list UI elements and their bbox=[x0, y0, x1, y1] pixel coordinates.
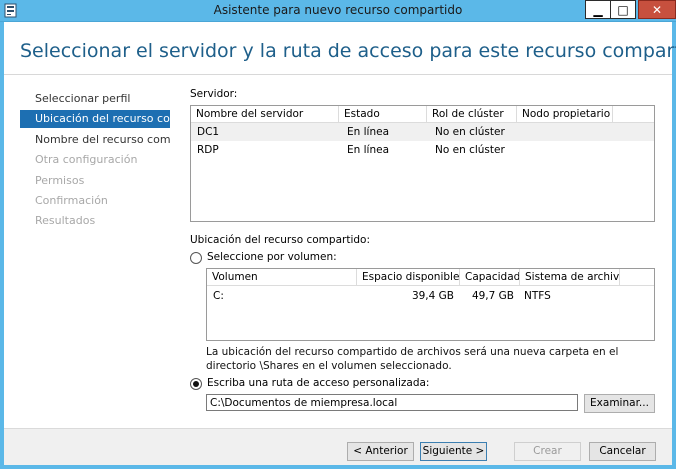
server-list-header: Nombre del servidor Estado Rol de clúste… bbox=[191, 106, 654, 123]
title-bar: Asistente para nuevo recurso compartido … bbox=[0, 0, 676, 22]
window-border-right bbox=[672, 22, 676, 469]
server-label: Servidor: bbox=[190, 88, 238, 100]
header-divider bbox=[4, 74, 672, 75]
nav-item-ubicacion[interactable]: Ubicación del recurso co... bbox=[20, 110, 170, 128]
nav-item-otra-configuracion: Otra configuración bbox=[35, 153, 138, 166]
custom-path-input[interactable] bbox=[206, 394, 578, 411]
close-button[interactable]: ✕ bbox=[638, 0, 676, 19]
nav-item-seleccionar-perfil[interactable]: Seleccionar perfil bbox=[20, 90, 170, 108]
column-header-espacio-disponible[interactable]: Espacio disponible bbox=[357, 269, 460, 286]
by-volume-label[interactable]: Seleccione por volumen: bbox=[207, 251, 337, 263]
volume-list[interactable]: Volumen Espacio disponible Capacidad Sis… bbox=[206, 268, 655, 341]
next-button[interactable]: Siguiente > bbox=[420, 442, 487, 461]
table-row[interactable]: RDP En línea No en clúster bbox=[191, 141, 654, 159]
column-header-sistema-archivos[interactable]: Sistema de archivos bbox=[520, 269, 620, 286]
nav-item-permisos: Permisos bbox=[35, 174, 85, 187]
browse-button[interactable]: Examinar... bbox=[584, 394, 655, 413]
location-label: Ubicación del recurso compartido: bbox=[190, 234, 370, 246]
cancel-button[interactable]: Cancelar bbox=[589, 442, 656, 461]
server-status-cell: En línea bbox=[347, 126, 390, 138]
volume-list-header: Volumen Espacio disponible Capacidad Sis… bbox=[207, 269, 654, 286]
nav-item-nombre[interactable]: Nombre del recurso com... bbox=[20, 131, 170, 149]
back-button[interactable]: < Anterior bbox=[347, 442, 414, 461]
server-name-cell: RDP bbox=[197, 144, 219, 156]
window-title: Asistente para nuevo recurso compartido bbox=[213, 3, 463, 17]
nav-item-resultados: Resultados bbox=[35, 214, 96, 227]
column-header-nodo-propietario[interactable]: Nodo propietario bbox=[517, 106, 613, 123]
server-cluster-cell: No en clúster bbox=[435, 126, 505, 138]
window-border-left bbox=[0, 22, 4, 469]
table-row[interactable]: DC1 En línea No en clúster bbox=[191, 123, 654, 141]
column-header-estado[interactable]: Estado bbox=[339, 106, 427, 123]
column-header-rol-cluster[interactable]: Rol de clúster bbox=[427, 106, 517, 123]
server-list[interactable]: Nombre del servidor Estado Rol de clúste… bbox=[190, 105, 655, 222]
column-header-volumen[interactable]: Volumen bbox=[207, 269, 357, 286]
server-status-cell: En línea bbox=[347, 144, 390, 156]
window-border-bottom bbox=[0, 465, 676, 469]
column-header-capacidad[interactable]: Capacidad bbox=[460, 269, 520, 286]
page-title: Seleccionar el servidor y la ruta de acc… bbox=[20, 40, 676, 62]
custom-path-label[interactable]: Escriba una ruta de acceso personalizada… bbox=[207, 377, 429, 389]
location-info-text: La ubicación del recurso compartido de a… bbox=[206, 346, 619, 372]
minimize-button[interactable]: ▁ bbox=[585, 0, 611, 19]
column-header-nombre-servidor[interactable]: Nombre del servidor bbox=[191, 106, 339, 123]
volume-fs-cell: NTFS bbox=[524, 290, 551, 302]
maximize-button[interactable]: □ bbox=[610, 0, 636, 19]
create-button: Crear bbox=[514, 442, 581, 461]
table-row[interactable]: C: 39,4 GB 49,7 GB NTFS bbox=[207, 287, 654, 305]
server-name-cell: DC1 bbox=[197, 126, 220, 138]
radio-selected-dot bbox=[193, 381, 199, 387]
server-cluster-cell: No en clúster bbox=[435, 144, 505, 156]
volume-name-cell: C: bbox=[213, 290, 224, 302]
volume-free-cell: 39,4 GB bbox=[411, 290, 454, 302]
radio-by-volume[interactable] bbox=[190, 252, 202, 264]
volume-capacity-cell: 49,7 GB bbox=[471, 290, 514, 302]
radio-custom-path[interactable] bbox=[190, 378, 202, 390]
nav-item-confirmacion: Confirmación bbox=[35, 194, 108, 207]
